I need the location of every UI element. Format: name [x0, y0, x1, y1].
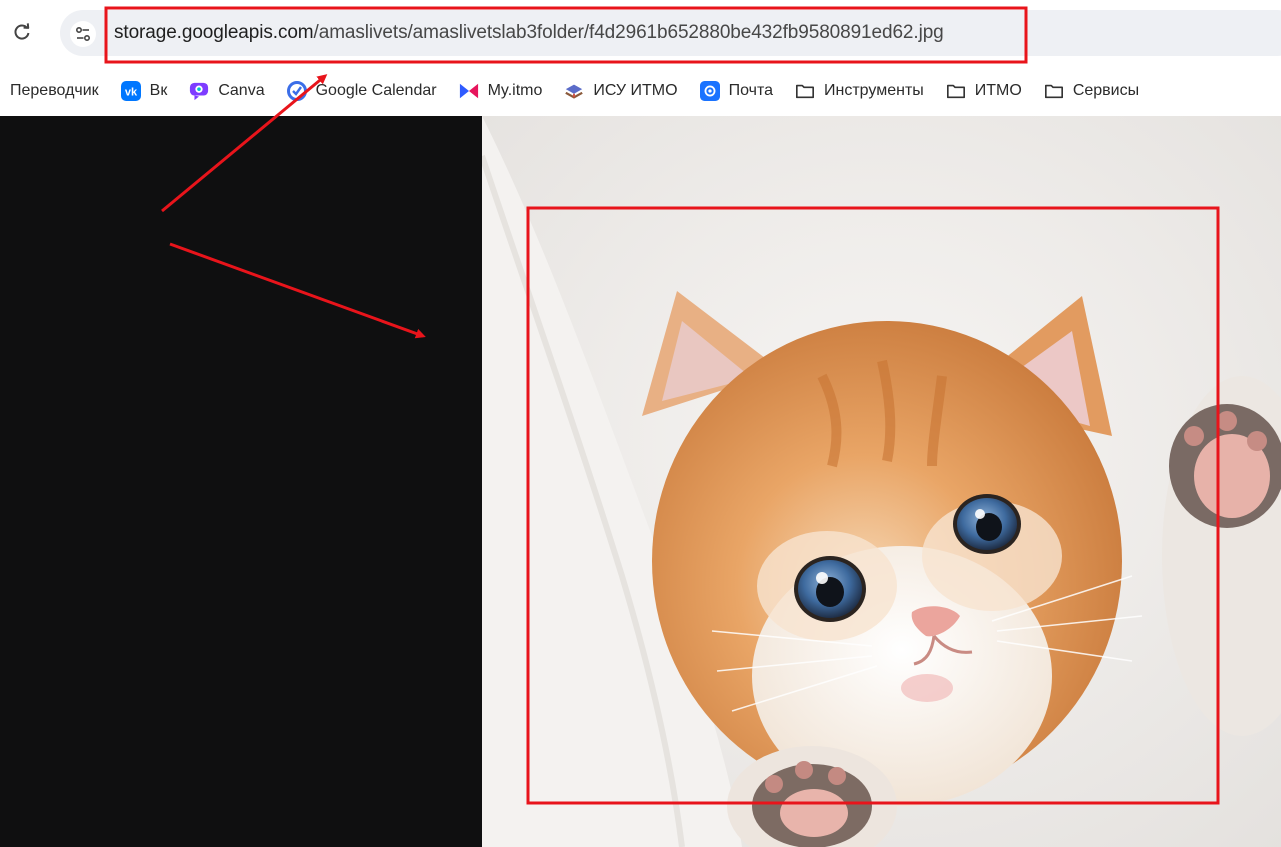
url-host: storage.googleapis.com [114, 22, 314, 43]
folder-icon [795, 81, 815, 101]
folder-icon [1044, 81, 1064, 101]
svg-text:vk: vk [125, 87, 138, 99]
mail-icon [699, 81, 720, 101]
bookmark-label: Переводчик [10, 82, 99, 99]
isu-icon [564, 81, 584, 101]
bookmark-vk[interactable]: vk Вк [120, 76, 168, 106]
bookmark-label: Инструменты [824, 82, 924, 99]
canva-icon [189, 81, 209, 101]
url-text[interactable]: storage.googleapis.com/amaslivets/amasli… [114, 22, 944, 44]
bookmark-label: Canva [218, 82, 265, 99]
bookmark-label: My.itmo [487, 82, 543, 99]
url-path: /amaslivets/amaslivetslab3folder/f4d2961… [313, 22, 944, 43]
bookmark-isu-itmo[interactable]: ИСУ ИТМО [564, 76, 678, 106]
bookmark-label: Сервисы [1072, 82, 1140, 99]
bookmark-label: Google Calendar [315, 82, 437, 99]
bookmark-folder-services[interactable]: Сервисы [1044, 76, 1139, 106]
bookmark-google-calendar[interactable]: Google Calendar [286, 76, 437, 106]
bookmark-canva[interactable]: Canva [189, 76, 265, 106]
kitten-photo [482, 116, 1281, 847]
bookmark-label: Почта [728, 82, 773, 99]
calendar-icon [286, 81, 307, 101]
bookmark-translate[interactable]: Переводчик [10, 76, 99, 106]
bookmark-mail[interactable]: Почта [699, 76, 773, 106]
tune-icon[interactable] [70, 21, 96, 47]
bookmark-myitmo[interactable]: My.itmo [459, 76, 543, 106]
folder-icon [946, 81, 966, 101]
reload-icon[interactable] [10, 20, 34, 44]
bookmark-folder-tools[interactable]: Инструменты [795, 76, 924, 106]
bookmark-folder-itmo[interactable]: ИТМО [946, 76, 1022, 106]
myitmo-icon [459, 81, 479, 101]
bookmark-label: ИТМО [974, 82, 1022, 99]
vk-icon: vk [120, 81, 141, 101]
bookmarks-bar: Переводчик vk Вк Canva Google Calendar M… [0, 68, 1281, 114]
bookmark-label: ИСУ ИТМО [593, 82, 678, 99]
bookmark-label: Вк [149, 82, 168, 99]
image-viewer [0, 116, 1281, 847]
browser-window: storage.googleapis.com/amaslivets/amasli… [0, 0, 1281, 847]
browser-toolbar: storage.googleapis.com/amaslivets/amasli… [0, 0, 1281, 68]
